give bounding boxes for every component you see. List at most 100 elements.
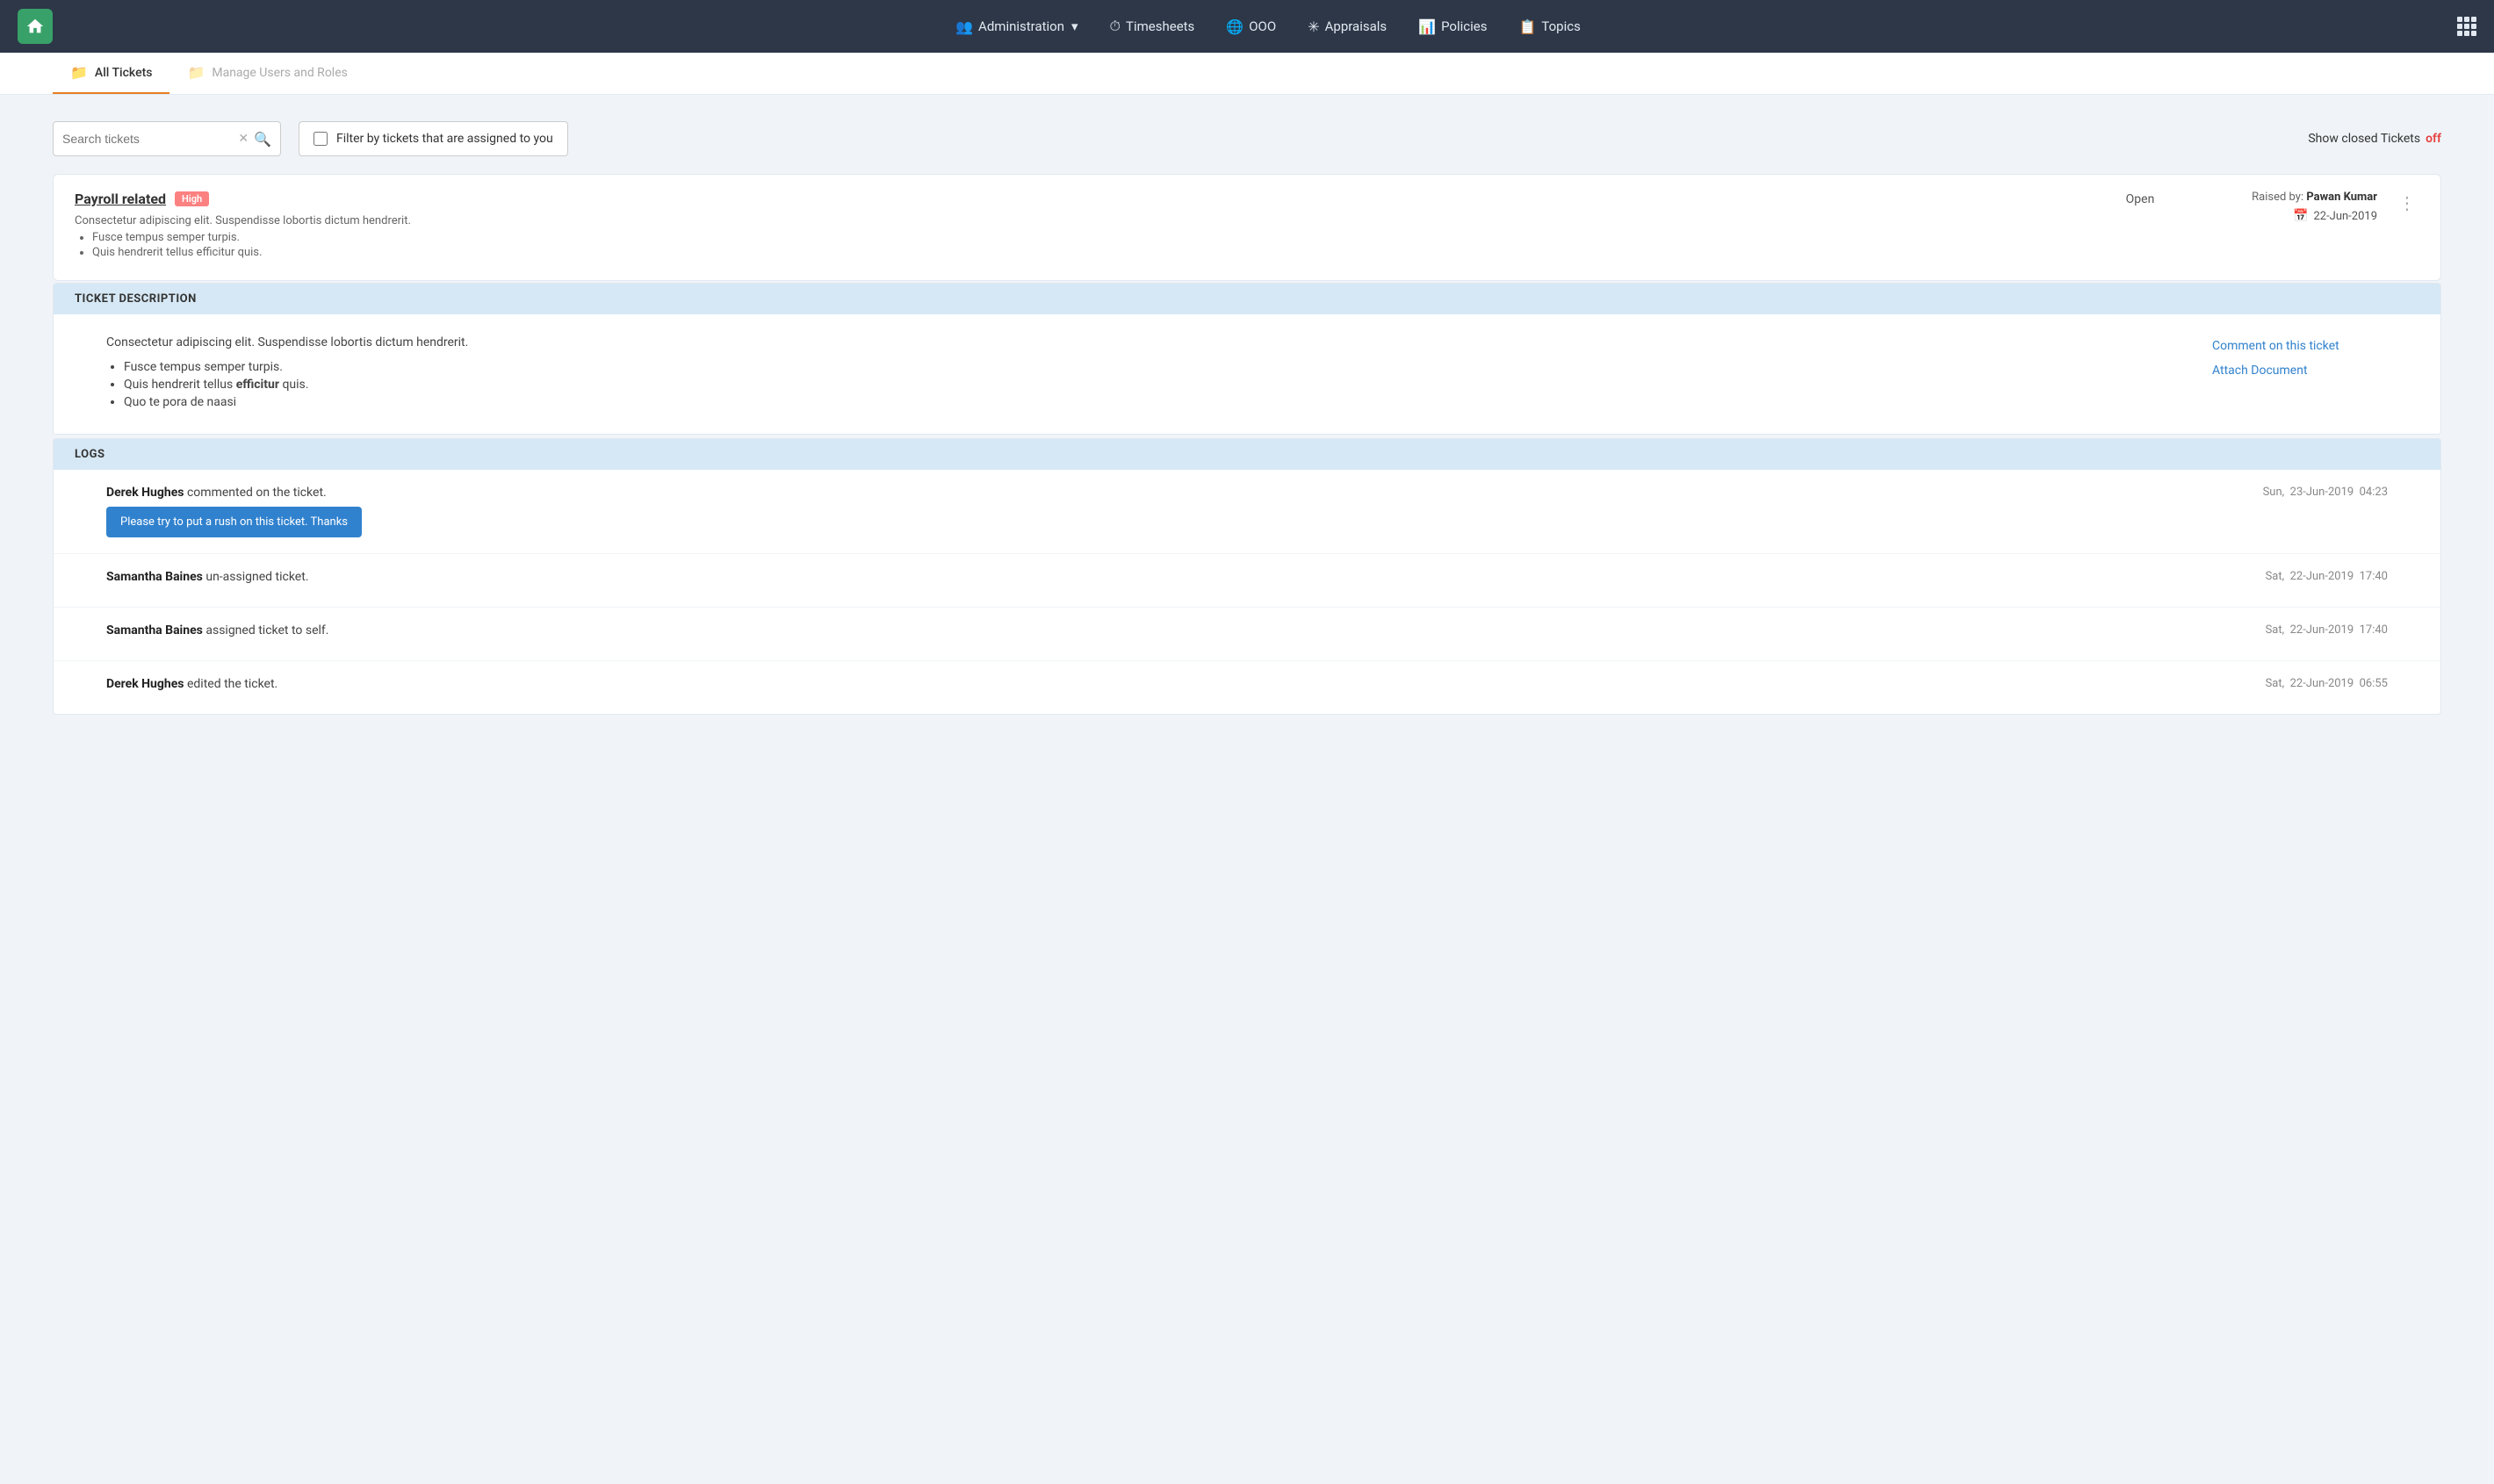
description-text: Consectetur adipiscing elit. Suspendisse… [106,335,2177,413]
navbar-right [2457,17,2476,36]
log-header: Derek Hughes commented on the ticket. Su… [106,486,2388,500]
log-timestamp: Sat, 22-Jun-2019 06:55 [2266,677,2388,690]
log-header: Samantha Baines un-assigned ticket. Sat,… [106,570,2388,584]
administration-icon: 👥 [955,18,973,35]
ticket-info: Payroll related High Consectetur adipisc… [75,191,2079,264]
comment-on-ticket-link[interactable]: Comment on this ticket [2212,339,2388,353]
log-author-name: Derek Hughes [106,486,184,500]
ticket-desc: Consectetur adipiscing elit. Suspendisse… [75,214,2079,259]
search-box[interactable]: ✕ 🔍 [53,121,281,156]
logs-body: Derek Hughes commented on the ticket. Su… [54,470,2440,714]
log-header: Derek Hughes edited the ticket. Sat, 22-… [106,677,2388,691]
filter-bar: ✕ 🔍 Filter by tickets that are assigned … [53,121,2441,156]
navbar-item-policies[interactable]: 📊 Policies [1402,11,1503,42]
log-entry-1: Derek Hughes commented on the ticket. Su… [54,470,2440,554]
log-timestamp: Sun, 23-Jun-2019 04:23 [2263,486,2388,499]
administration-label: Administration [978,18,1064,34]
ticket-more-menu[interactable]: ⋮ [2395,192,2419,213]
ticket-bullet-2: Quis hendrerit tellus efficitur quis. [92,246,2079,259]
show-closed-state[interactable]: off [2426,132,2441,146]
search-icon[interactable]: 🔍 [254,131,271,148]
brand-logo[interactable] [18,9,53,44]
log-action-text: edited the ticket. [184,677,278,691]
ticket-actions: ⋮ [2395,191,2419,213]
appraisals-label: Appraisals [1325,18,1388,34]
description-body: Consectetur adipiscing elit. Suspendisse… [106,335,2388,413]
raised-by-label: Raised by: [2252,191,2303,204]
description-section-header: TICKET DESCRIPTION [54,284,2440,314]
filter-assigned-label[interactable]: Filter by tickets that are assigned to y… [336,132,553,146]
description-section-body: Consectetur adipiscing elit. Suspendisse… [54,314,2440,434]
ticket-date-row: 📅 22-Jun-2019 [2202,209,2377,223]
logs-section-header: LOGS [54,439,2440,470]
description-main-text: Consectetur adipiscing elit. Suspendisse… [106,335,2177,349]
log-action-text: un-assigned ticket. [203,570,309,584]
description-section-label: TICKET DESCRIPTION [75,292,197,306]
ticket-status-label: Open [2126,192,2155,206]
manage-users-icon: 📁 [187,64,205,81]
log-author-name: Samantha Baines [106,623,203,638]
description-actions: Comment on this ticket Attach Document [2212,335,2388,413]
all-tickets-label: All Tickets [95,66,153,80]
home-icon [25,17,45,36]
log-author: Derek Hughes commented on the ticket. [106,486,327,500]
ticket-status: Open [2096,191,2184,206]
attach-document-link[interactable]: Attach Document [2212,364,2388,378]
raised-by-name: Pawan Kumar [2306,191,2377,204]
log-header: Samantha Baines assigned ticket to self.… [106,623,2388,638]
log-comment: Please try to put a rush on this ticket.… [106,507,362,537]
log-author-name: Derek Hughes [106,677,184,691]
bullet2-suffix: quis. [279,378,308,392]
log-entry-2: Samantha Baines un-assigned ticket. Sat,… [54,554,2440,608]
log-action-text: commented on the ticket. [184,486,327,500]
subnav: 📁 All Tickets 📁 Manage Users and Roles [0,53,2494,95]
logs-section-label: LOGS [75,448,105,461]
ooo-label: OOO [1249,18,1276,34]
priority-badge: High [175,191,209,206]
clear-search-icon[interactable]: ✕ [238,132,249,146]
filter-assigned-checkbox[interactable] [314,132,328,146]
show-closed-toggle[interactable]: Show closed Tickets off [2308,132,2441,146]
log-entry-3: Samantha Baines assigned ticket to self.… [54,608,2440,661]
raised-by-row: Raised by: Pawan Kumar [2202,191,2377,204]
description-bullet-3: Quo te pora de naasi [124,395,2177,409]
ticket-bullet-1: Fusce tempus semper turpis. [92,231,2079,244]
main-content: ✕ 🔍 Filter by tickets that are assigned … [0,95,2494,745]
policies-icon: 📊 [1418,18,1436,35]
bullet2-bold: efficitur [236,378,279,392]
navbar-item-administration[interactable]: 👥 Administration ▾ [940,11,1093,42]
ticket-title-row: Payroll related High [75,191,2079,207]
timesheets-label: Timesheets [1126,18,1194,34]
log-entry-4: Derek Hughes edited the ticket. Sat, 22-… [54,661,2440,714]
manage-users-label: Manage Users and Roles [212,66,348,80]
navbar-item-ooo[interactable]: 🌐 OOO [1210,11,1292,42]
ticket-header: Payroll related High Consectetur adipisc… [54,175,2440,280]
navbar-item-topics[interactable]: 📋 Topics [1503,11,1596,42]
navbar-item-timesheets[interactable]: ⏱ Timesheets [1094,11,1211,42]
ticket-desc-text: Consectetur adipiscing elit. Suspendisse… [75,214,2079,227]
log-timestamp: Sat, 22-Jun-2019 17:40 [2266,570,2388,583]
filter-assigned-container[interactable]: Filter by tickets that are assigned to y… [299,121,568,156]
show-closed-label: Show closed Tickets [2308,132,2420,146]
ticket-meta: Raised by: Pawan Kumar 📅 22-Jun-2019 [2202,191,2377,223]
timesheets-icon: ⏱ [1110,18,1121,35]
log-author-name: Samantha Baines [106,570,203,584]
navbar-item-appraisals[interactable]: ✳ Appraisals [1292,11,1402,42]
ooo-icon: 🌐 [1226,18,1243,35]
log-author: Derek Hughes edited the ticket. [106,677,278,691]
ticket-title-link[interactable]: Payroll related [75,191,166,207]
logs-section: LOGS Derek Hughes commented on the ticke… [53,438,2441,715]
navbar-items: 👥 Administration ▾ ⏱ Timesheets 🌐 OOO ✳ … [79,11,2457,42]
description-bullet-2: Quis hendrerit tellus efficitur quis. [124,378,2177,392]
search-input[interactable] [62,132,238,146]
tab-manage-users[interactable]: 📁 Manage Users and Roles [169,53,364,94]
calendar-icon: 📅 [2293,209,2308,223]
tab-all-tickets[interactable]: 📁 All Tickets [53,53,169,94]
log-author: Samantha Baines un-assigned ticket. [106,570,309,584]
log-author: Samantha Baines assigned ticket to self. [106,623,328,638]
policies-label: Policies [1441,18,1487,34]
description-bullet-1: Fusce tempus semper turpis. [124,360,2177,374]
ticket-card: Payroll related High Consectetur adipisc… [53,174,2441,281]
grid-apps-icon[interactable] [2457,17,2476,36]
navbar: 👥 Administration ▾ ⏱ Timesheets 🌐 OOO ✳ … [0,0,2494,53]
